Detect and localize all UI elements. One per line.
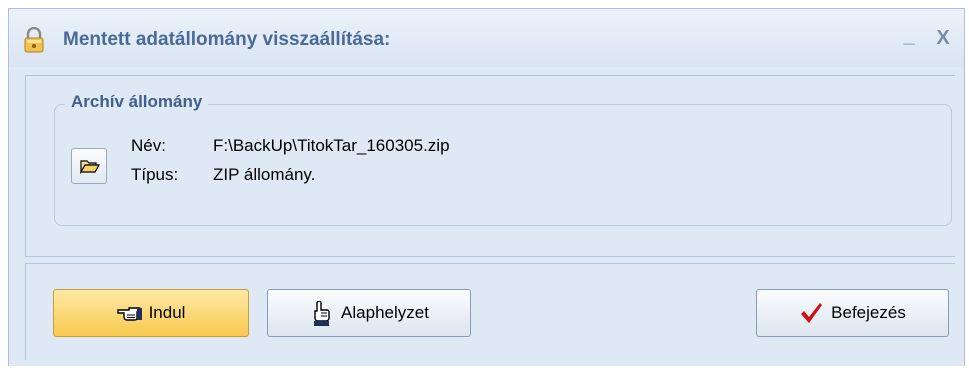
start-button-label: Indul — [148, 303, 186, 322]
button-bar: Indul Alaphelyzet Befejezés — [25, 263, 955, 360]
start-button[interactable]: Indul — [53, 289, 249, 337]
thumbs-up-hand-icon — [309, 301, 333, 326]
title-bar[interactable]: Mentett adatállomány visszaállítása: _ X — [9, 9, 964, 67]
restore-backup-dialog: Mentett adatállomány visszaállítása: _ X… — [8, 8, 965, 366]
pointing-hand-icon — [116, 301, 142, 325]
finish-button[interactable]: Befejezés — [756, 289, 949, 337]
open-archive-button[interactable] — [71, 148, 107, 184]
name-label: Név: — [131, 136, 166, 155]
reset-button[interactable]: Alaphelyzet — [267, 289, 471, 337]
finish-button-label: Befejezés — [831, 303, 906, 322]
type-value: ZIP állomány. — [213, 165, 316, 184]
group-title: Archív állomány — [65, 92, 209, 112]
checkmark-icon — [799, 301, 823, 325]
name-value: F:\BackUp\TitokTar_160305.zip — [213, 136, 450, 155]
minimize-button[interactable]: _ — [896, 23, 922, 49]
lock-icon — [23, 26, 45, 53]
close-button[interactable]: X — [930, 25, 956, 51]
content-panel: Archív állomány Név: F:\BackUp\TitokTar_… — [25, 75, 955, 257]
archive-file-group: Archív állomány Név: F:\BackUp\TitokTar_… — [54, 92, 952, 226]
type-label: Típus: — [131, 165, 179, 184]
window-title: Mentett adatállomány visszaállítása: — [63, 29, 391, 50]
reset-button-label: Alaphelyzet — [341, 303, 429, 322]
folder-open-icon — [80, 160, 100, 174]
